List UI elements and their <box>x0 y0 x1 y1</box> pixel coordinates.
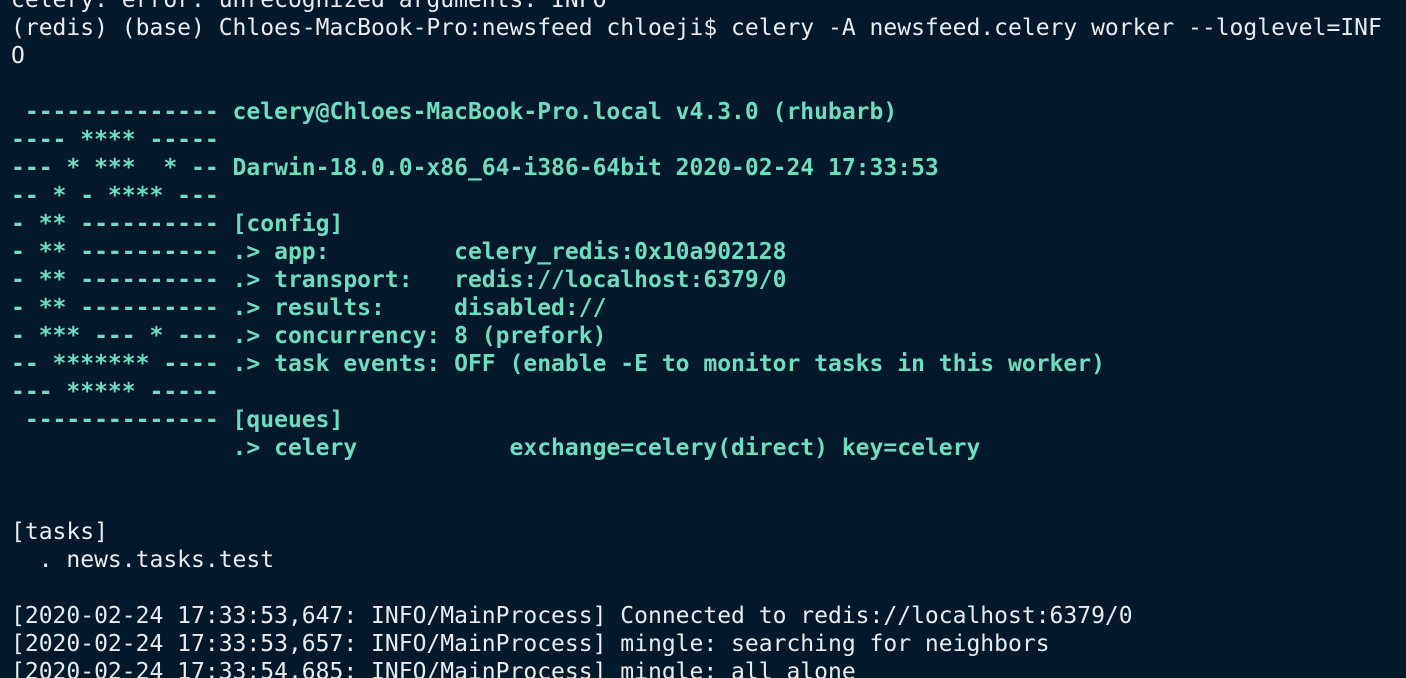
terminal-line: . news.tasks.test <box>11 547 275 573</box>
celery-banner-line: .> celery exchange=celery(direct) key=ce… <box>11 435 981 461</box>
celery-banner-line: ---- **** ----- <box>11 127 219 153</box>
terminal-line: [2020-02-24 17:33:54,685: INFO/MainProce… <box>11 659 856 678</box>
celery-banner-line: -- * - **** --- <box>11 183 219 209</box>
terminal-line: [2020-02-24 17:33:53,647: INFO/MainProce… <box>11 603 1133 629</box>
celery-banner-line: --- ***** ----- <box>11 379 219 405</box>
celery-banner-line: - ** ---------- .> results: disabled:// <box>11 295 607 321</box>
terminal-line: [tasks] <box>11 519 108 545</box>
terminal-output: celery: error: unrecognized arguments: I… <box>11 0 1406 678</box>
terminal-window[interactable]: celery: error: unrecognized arguments: I… <box>0 0 1406 678</box>
terminal-line: (redis) (base) Chloes-MacBook-Pro:newsfe… <box>11 15 1382 41</box>
terminal-line: O <box>11 43 25 69</box>
celery-banner-line: - ** ---------- .> app: celery_redis:0x1… <box>11 239 787 265</box>
celery-banner-line: - ** ---------- .> transport: redis://lo… <box>11 267 787 293</box>
celery-banner-line: -- ******* ---- .> task events: OFF (ena… <box>11 351 1105 377</box>
celery-banner-line: -------------- [queues] <box>11 407 344 433</box>
celery-banner-line: --- * *** * -- Darwin-18.0.0-x86_64-i386… <box>11 155 939 181</box>
celery-banner-line: - *** --- * --- .> concurrency: 8 (prefo… <box>11 323 607 349</box>
celery-banner-line: - ** ---------- [config] <box>11 211 344 237</box>
terminal-line: [2020-02-24 17:33:53,657: INFO/MainProce… <box>11 631 1050 657</box>
celery-banner-line: -------------- celery@Chloes-MacBook-Pro… <box>11 99 898 125</box>
terminal-line: celery: error: unrecognized arguments: I… <box>11 0 607 13</box>
